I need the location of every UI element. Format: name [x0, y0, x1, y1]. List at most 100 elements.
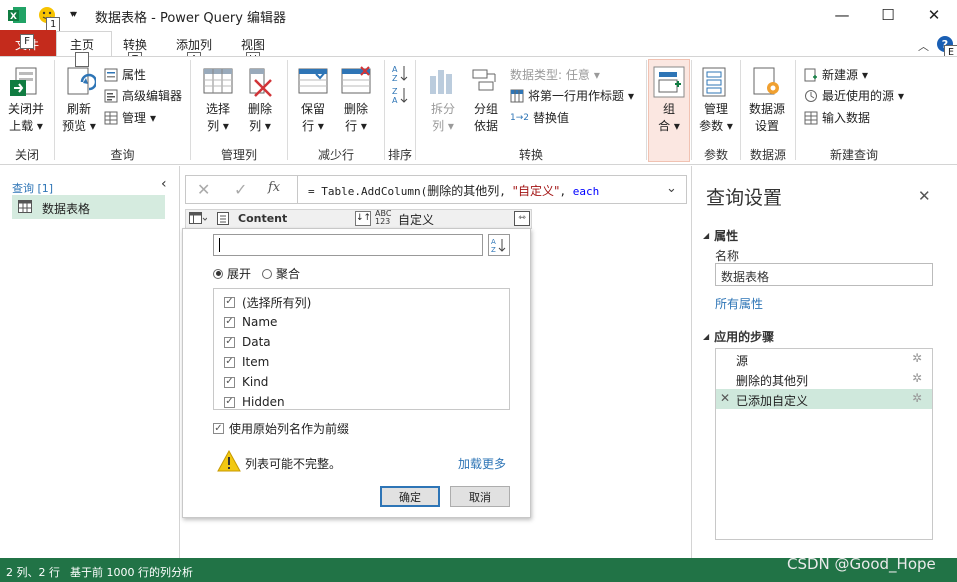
collapse-ribbon-icon[interactable]: ︿	[918, 38, 929, 54]
step-item[interactable]: 源 ✲	[716, 349, 932, 369]
column-option-label: Item	[242, 355, 270, 369]
list-item[interactable]: ✓ Kind	[224, 372, 311, 392]
delete-step-icon[interactable]: ✕	[720, 391, 730, 405]
remove-rows-button[interactable]: 删除 行 ▾	[336, 101, 376, 135]
properties-section-header[interactable]: ◢ 属性	[703, 227, 738, 244]
group-by-button[interactable]: 分组 依据	[466, 101, 506, 135]
tab-view[interactable]: 视图	[241, 36, 265, 53]
tab-home-label: 主页	[70, 38, 95, 52]
formula-colname: "自定义"	[512, 184, 560, 198]
formula-step: 删除的其他列	[427, 184, 500, 198]
window-title: 数据表格 - Power Query 编辑器	[95, 11, 287, 26]
step-item[interactable]: 删除的其他列 ✲	[716, 369, 932, 389]
tab-file-keytip: F	[20, 34, 34, 49]
fx-icon[interactable]: fx	[268, 180, 280, 195]
keep-rows-button[interactable]: 保留 行 ▾	[293, 101, 333, 135]
svg-text:A: A	[392, 65, 398, 74]
properties-header-label: 属性	[714, 229, 739, 243]
combine-label-1: 组	[662, 102, 675, 116]
recent-sources-label: 最近使用的源	[822, 89, 895, 103]
use-first-row-as-headers-button[interactable]: 将第一行用作标题 ▾	[510, 87, 634, 104]
refresh-preview-button[interactable]: 刷新 预览 ▾	[59, 101, 99, 135]
list-item[interactable]: ✓ Name	[224, 312, 311, 332]
formula-input[interactable]: = Table.AddColumn(删除的其他列, "自定义", each	[308, 182, 658, 199]
enter-data-button[interactable]: 输入数据	[804, 109, 870, 126]
maximize-button[interactable]: ☐	[865, 0, 911, 30]
data-type-label: 数据类型: 任意	[510, 68, 590, 82]
name-label: 名称	[715, 249, 740, 263]
expand-radio[interactable]: 展开	[213, 265, 251, 282]
recent-sources-button[interactable]: 最近使用的源 ▾	[804, 87, 904, 104]
choose-columns-button[interactable]: 选择 列 ▾	[198, 101, 238, 135]
column-header-custom[interactable]: 自定义	[398, 211, 434, 228]
divider	[691, 60, 692, 160]
formula-expand-icon[interactable]: ⌄	[666, 181, 677, 196]
status-profile[interactable]: 基于前 1000 行的列分析	[70, 564, 193, 580]
formula-cancel-icon[interactable]: ✕	[197, 180, 210, 199]
column-header-content[interactable]: Content	[238, 212, 287, 225]
split-column-button[interactable]: 拆分 列 ▾	[423, 101, 463, 135]
properties-icon	[104, 68, 118, 82]
list-item[interactable]: ✓ Data	[224, 332, 311, 352]
aggregate-radio[interactable]: 聚合	[262, 265, 300, 282]
warning-text: 列表可能不完整。	[245, 457, 342, 471]
manage-button[interactable]: 管理 ▾	[104, 109, 156, 126]
column-option-label: (选择所有列)	[242, 295, 312, 310]
cancel-button[interactable]: 取消	[450, 486, 510, 507]
sort-az-icon[interactable]: AZ	[488, 234, 510, 256]
collapse-pane-icon[interactable]: ‹	[161, 176, 167, 192]
warning-icon	[217, 450, 241, 472]
search-value	[214, 241, 217, 255]
collapse-triangle-icon: ◢	[703, 231, 710, 240]
group-by-icon	[471, 66, 501, 98]
list-item[interactable]: ✓ Hidden	[224, 392, 311, 412]
divider	[415, 60, 416, 160]
load-more-link[interactable]: 加载更多	[458, 455, 506, 472]
remove-columns-button[interactable]: 删除 列 ▾	[240, 101, 280, 135]
data-type-dropdown[interactable]: 数据类型: 任意 ▾	[510, 66, 600, 83]
checkbox-checked-icon: ✓	[224, 316, 235, 328]
table-menu-icon[interactable]	[189, 212, 207, 225]
refresh-label-2: 预览 ▾	[62, 119, 96, 133]
sort-descending-icon[interactable]: ZA	[392, 86, 408, 104]
expand-label: 展开	[227, 267, 252, 281]
advanced-editor-button[interactable]: 高级编辑器	[104, 87, 182, 104]
new-source-button[interactable]: 新建源 ▾	[804, 66, 868, 83]
minimize-button[interactable]: —	[819, 0, 865, 30]
manage-parameters-button[interactable]: 管理 参数 ▾	[696, 101, 736, 135]
refresh-keytip	[75, 52, 89, 67]
list-item[interactable]: ✓ Item	[224, 352, 311, 372]
replace-values-button[interactable]: 1→2 替换值	[510, 109, 569, 126]
query-name-input[interactable]: 数据表格	[715, 263, 933, 286]
advanced-editor-icon	[104, 89, 118, 103]
step-label: 已添加自定义	[736, 394, 809, 408]
use-prefix-checkbox[interactable]: ✓ 使用原始列名作为前缀	[213, 420, 349, 437]
close-load-button[interactable]: 关闭并 上载 ▾	[6, 101, 46, 135]
properties-button[interactable]: 属性	[104, 66, 146, 83]
sort-ascending-icon[interactable]: AZ	[392, 64, 408, 82]
tab-transform[interactable]: 转换	[123, 36, 147, 53]
list-item[interactable]: ✓ (选择所有列)	[224, 292, 311, 312]
any-type-icon[interactable]: ABC 123	[375, 210, 395, 226]
step-settings-gear-icon[interactable]: ✲	[912, 371, 922, 385]
tab-add-column[interactable]: 添加列	[176, 36, 212, 53]
step-settings-gear-icon[interactable]: ✲	[912, 391, 922, 405]
all-properties-link[interactable]: 所有属性	[715, 295, 763, 312]
column-option-label: Data	[242, 335, 271, 349]
column-search-input[interactable]	[213, 234, 483, 256]
remove-columns-label-1: 删除	[247, 102, 272, 116]
ok-button[interactable]: 确定	[380, 486, 440, 507]
checkbox-checked-icon: ✓	[224, 336, 235, 348]
remove-columns-label-2: 列 ▾	[249, 119, 271, 133]
expand-column-button[interactable]: ⇿	[514, 211, 530, 226]
close-window-button[interactable]: ✕	[911, 0, 957, 30]
step-settings-gear-icon[interactable]: ✲	[912, 351, 922, 365]
applied-steps-header[interactable]: ◢ 应用的步骤	[703, 328, 774, 345]
column-type-icon[interactable]: ↓↑	[355, 211, 371, 226]
data-source-settings-button[interactable]: 数据源 设置	[745, 101, 789, 135]
replace-values-label: 替换值	[533, 111, 570, 125]
qat-customize-icon[interactable]: ▾	[72, 9, 77, 20]
close-pane-icon[interactable]: ✕	[918, 187, 931, 205]
step-item-selected[interactable]: ✕ 已添加自定义 ✲	[716, 389, 932, 409]
formula-confirm-icon[interactable]: ✓	[234, 180, 247, 199]
